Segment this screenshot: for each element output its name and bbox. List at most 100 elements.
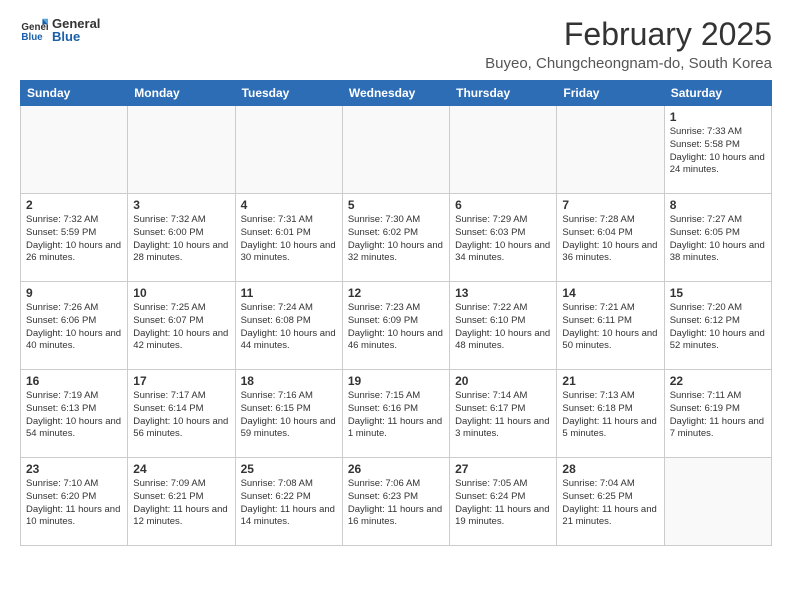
day-cell: 6 Sunrise: 7:29 AM Sunset: 6:03 PM Daylig… (450, 194, 557, 282)
day-number: 15 (670, 286, 766, 300)
day-number: 20 (455, 374, 551, 388)
day-cell: 7 Sunrise: 7:28 AM Sunset: 6:04 PM Daylig… (557, 194, 664, 282)
day-cell: 4 Sunrise: 7:31 AM Sunset: 6:01 PM Daylig… (235, 194, 342, 282)
day-cell: 25 Sunrise: 7:08 AM Sunset: 6:22 PM Dayli… (235, 458, 342, 546)
day-detail: Sunrise: 7:26 AM Sunset: 6:06 PM Dayligh… (26, 302, 122, 353)
week-row-3: 9 Sunrise: 7:26 AM Sunset: 6:06 PM Daylig… (21, 282, 772, 370)
day-detail: Sunrise: 7:23 AM Sunset: 6:09 PM Dayligh… (348, 302, 444, 353)
day-number: 7 (562, 198, 658, 212)
week-row-4: 16 Sunrise: 7:19 AM Sunset: 6:13 PM Dayli… (21, 370, 772, 458)
day-cell (664, 458, 771, 546)
day-detail: Sunrise: 7:24 AM Sunset: 6:08 PM Dayligh… (241, 302, 337, 353)
day-detail: Sunrise: 7:09 AM Sunset: 6:21 PM Dayligh… (133, 478, 229, 529)
day-number: 10 (133, 286, 229, 300)
day-cell: 14 Sunrise: 7:21 AM Sunset: 6:11 PM Dayli… (557, 282, 664, 370)
col-header-thursday: Thursday (450, 81, 557, 106)
day-number: 14 (562, 286, 658, 300)
day-number: 6 (455, 198, 551, 212)
day-number: 8 (670, 198, 766, 212)
week-row-5: 23Sunrise: 7:10 AM Sunset: 6:20 PM Dayli… (21, 458, 772, 546)
col-header-wednesday: Wednesday (342, 81, 449, 106)
day-cell: 3 Sunrise: 7:32 AM Sunset: 6:00 PM Daylig… (128, 194, 235, 282)
month-title: February 2025 (485, 16, 772, 53)
day-cell: 11 Sunrise: 7:24 AM Sunset: 6:08 PM Dayli… (235, 282, 342, 370)
logo-icon: General Blue (20, 16, 48, 44)
day-number: 16 (26, 374, 122, 388)
day-number: 9 (26, 286, 122, 300)
day-number: 2 (26, 198, 122, 212)
logo-blue: Blue (52, 29, 100, 44)
header: General Blue General Blue February 2025 … (20, 16, 772, 72)
day-cell: 9 Sunrise: 7:26 AM Sunset: 6:06 PM Daylig… (21, 282, 128, 370)
day-cell: 1 Sunrise: 7:33 AM Sunset: 5:58 PM Daylig… (664, 106, 771, 194)
page: General Blue General Blue February 2025 … (0, 0, 792, 562)
col-header-monday: Monday (128, 81, 235, 106)
day-number: 4 (241, 198, 337, 212)
day-cell: 18Sunrise: 7:16 AM Sunset: 6:15 PM Dayli… (235, 370, 342, 458)
day-detail: Sunrise: 7:27 AM Sunset: 6:05 PM Dayligh… (670, 214, 766, 265)
svg-text:Blue: Blue (21, 32, 43, 43)
day-detail: Sunrise: 7:30 AM Sunset: 6:02 PM Dayligh… (348, 214, 444, 265)
day-number: 23 (26, 462, 122, 476)
day-number: 22 (670, 374, 766, 388)
day-cell (557, 106, 664, 194)
day-cell (21, 106, 128, 194)
location: Buyeo, Chungcheongnam-do, South Korea (485, 55, 772, 72)
day-cell: 20 Sunrise: 7:14 AM Sunset: 6:17 PM Dayli… (450, 370, 557, 458)
day-cell: 15 Sunrise: 7:20 AM Sunset: 6:12 PM Dayli… (664, 282, 771, 370)
day-detail: Sunrise: 7:33 AM Sunset: 5:58 PM Dayligh… (670, 126, 766, 177)
day-cell: 21 Sunrise: 7:13 AM Sunset: 6:18 PM Dayli… (557, 370, 664, 458)
day-detail: Sunrise: 7:22 AM Sunset: 6:10 PM Dayligh… (455, 302, 551, 353)
day-number: 11 (241, 286, 337, 300)
day-cell: 27 Sunrise: 7:05 AM Sunset: 6:24 PM Dayli… (450, 458, 557, 546)
day-cell (128, 106, 235, 194)
day-number: 19 (348, 374, 444, 388)
day-number: 27 (455, 462, 551, 476)
day-detail: Sunrise: 7:04 AM Sunset: 6:25 PM Dayligh… (562, 478, 658, 529)
col-header-saturday: Saturday (664, 81, 771, 106)
day-cell: 24 Sunrise: 7:09 AM Sunset: 6:21 PM Dayli… (128, 458, 235, 546)
week-row-1: 1 Sunrise: 7:33 AM Sunset: 5:58 PM Daylig… (21, 106, 772, 194)
day-cell: 8 Sunrise: 7:27 AM Sunset: 6:05 PM Daylig… (664, 194, 771, 282)
day-number: 21 (562, 374, 658, 388)
day-detail: Sunrise: 7:19 AM Sunset: 6:13 PM Dayligh… (26, 390, 122, 441)
day-cell: 2 Sunrise: 7:32 AM Sunset: 5:59 PM Daylig… (21, 194, 128, 282)
day-detail: Sunrise: 7:32 AM Sunset: 6:00 PM Dayligh… (133, 214, 229, 265)
day-number: 3 (133, 198, 229, 212)
day-detail: Sunrise: 7:08 AM Sunset: 6:22 PM Dayligh… (241, 478, 337, 529)
day-detail: Sunrise: 7:25 AM Sunset: 6:07 PM Dayligh… (133, 302, 229, 353)
day-cell: 28 Sunrise: 7:04 AM Sunset: 6:25 PM Dayli… (557, 458, 664, 546)
day-cell (342, 106, 449, 194)
day-cell: 5 Sunrise: 7:30 AM Sunset: 6:02 PM Daylig… (342, 194, 449, 282)
day-detail: Sunrise: 7:31 AM Sunset: 6:01 PM Dayligh… (241, 214, 337, 265)
day-cell: 10 Sunrise: 7:25 AM Sunset: 6:07 PM Dayli… (128, 282, 235, 370)
day-number: 5 (348, 198, 444, 212)
col-header-sunday: Sunday (21, 81, 128, 106)
day-detail: Sunrise: 7:14 AM Sunset: 6:17 PM Dayligh… (455, 390, 551, 441)
day-detail: Sunrise: 7:29 AM Sunset: 6:03 PM Dayligh… (455, 214, 551, 265)
day-number: 17 (133, 374, 229, 388)
col-header-tuesday: Tuesday (235, 81, 342, 106)
day-detail: Sunrise: 7:21 AM Sunset: 6:11 PM Dayligh… (562, 302, 658, 353)
day-number: 28 (562, 462, 658, 476)
day-detail: Sunrise: 7:15 AM Sunset: 6:16 PM Dayligh… (348, 390, 444, 441)
day-number: 24 (133, 462, 229, 476)
day-detail: Sunrise: 7:32 AM Sunset: 5:59 PM Dayligh… (26, 214, 122, 265)
day-cell: 16 Sunrise: 7:19 AM Sunset: 6:13 PM Dayli… (21, 370, 128, 458)
day-number: 1 (670, 110, 766, 124)
day-detail: Sunrise: 7:16 AM Sunset: 6:15 PM Dayligh… (241, 390, 337, 441)
day-detail: Sunrise: 7:06 AM Sunset: 6:23 PM Dayligh… (348, 478, 444, 529)
col-header-friday: Friday (557, 81, 664, 106)
day-number: 25 (241, 462, 337, 476)
day-detail: Sunrise: 7:13 AM Sunset: 6:18 PM Dayligh… (562, 390, 658, 441)
day-detail: Sunrise: 7:28 AM Sunset: 6:04 PM Dayligh… (562, 214, 658, 265)
title-block: February 2025 Buyeo, Chungcheongnam-do, … (485, 16, 772, 72)
day-cell: 17 Sunrise: 7:17 AM Sunset: 6:14 PM Dayli… (128, 370, 235, 458)
day-cell: 19 Sunrise: 7:15 AM Sunset: 6:16 PM Dayli… (342, 370, 449, 458)
day-detail: Sunrise: 7:20 AM Sunset: 6:12 PM Dayligh… (670, 302, 766, 353)
day-detail: Sunrise: 7:05 AM Sunset: 6:24 PM Dayligh… (455, 478, 551, 529)
calendar-header-row: SundayMondayTuesdayWednesdayThursdayFrid… (21, 81, 772, 106)
day-cell (235, 106, 342, 194)
day-number: 26 (348, 462, 444, 476)
day-detail: Sunrise: 7:17 AM Sunset: 6:14 PM Dayligh… (133, 390, 229, 441)
